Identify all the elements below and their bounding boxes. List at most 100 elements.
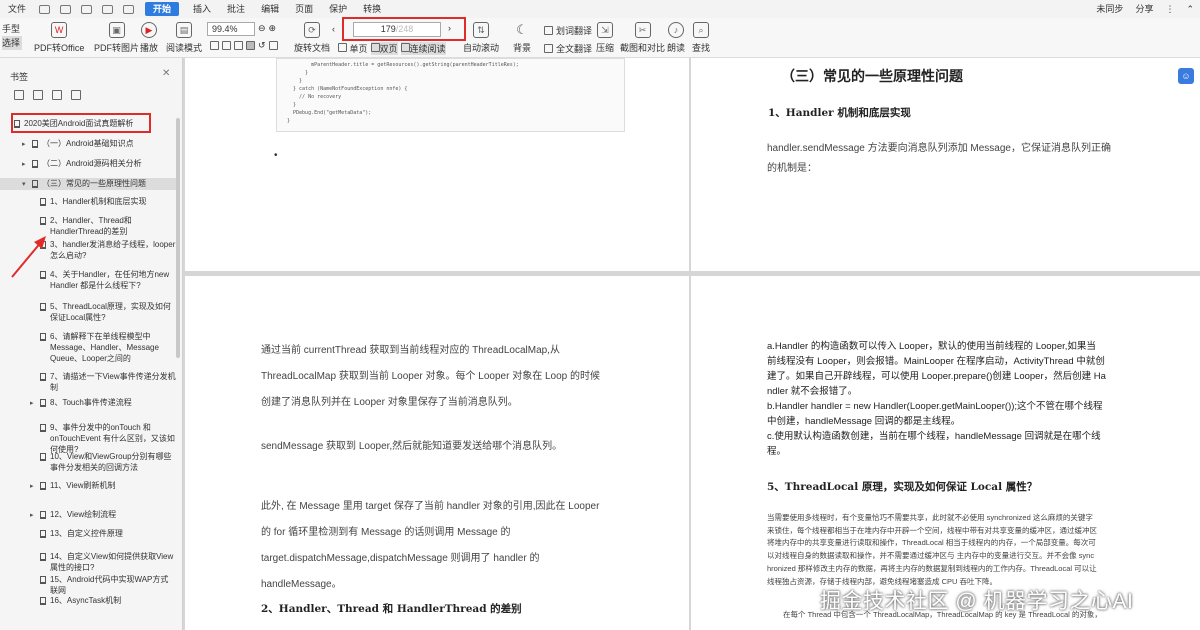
- bookmark-item[interactable]: 13、自定义控件原理: [0, 528, 176, 540]
- bookmark-icon: [40, 530, 46, 538]
- code-line: }: [287, 102, 297, 108]
- tab-convert[interactable]: 转换: [355, 0, 389, 18]
- save-icon[interactable]: [60, 4, 72, 14]
- collapsed-arrow-icon[interactable]: ▸: [22, 159, 26, 170]
- tab-start[interactable]: 开始: [145, 2, 180, 16]
- sync-status[interactable]: 未同步: [1096, 0, 1123, 18]
- search-icon: ⌕: [693, 22, 709, 38]
- rotate-doc-button[interactable]: ⟳ 旋转文档: [294, 22, 330, 54]
- actual-size-icon[interactable]: [234, 41, 243, 50]
- continuous-read-button[interactable]: 连续阅读: [400, 42, 446, 55]
- bookmark-item[interactable]: 9、事件分发中的onTouch 和onTouchEvent 有什么区别，又该如何…: [0, 422, 176, 454]
- bookmark-item[interactable]: 16、AsyncTask机制: [0, 595, 176, 607]
- play-button[interactable]: ▶ 播放: [140, 22, 158, 54]
- sidebar-scrollbar[interactable]: [176, 118, 180, 358]
- tab-page[interactable]: 页面: [287, 0, 321, 18]
- bookmark-icon[interactable]: [71, 90, 81, 100]
- bookmark-item[interactable]: 6、请解释下在单线程模型中Message、Handler、Message Que…: [0, 331, 176, 363]
- pdf-to-image-button[interactable]: ▣ PDF转图片: [94, 22, 139, 54]
- bookmark-item[interactable]: ▸ （二）Android源码相关分析: [0, 158, 176, 170]
- bookmark-icon: [32, 160, 38, 168]
- auto-scroll-button[interactable]: ⇅ 自动滚动: [463, 22, 499, 54]
- menu-file[interactable]: 文件: [0, 0, 34, 18]
- bookmark-icon: [40, 576, 46, 584]
- bookmark-item[interactable]: ▸ 11、View刷新机制: [0, 480, 176, 492]
- bookmark-item[interactable]: 10、View和ViewGroup分别有哪些事件分发相关的回调方法: [0, 451, 176, 473]
- bookmark-label: 15、Android代码中实现WAP方式联网: [50, 575, 169, 595]
- redo-icon[interactable]: [123, 4, 135, 14]
- pdf-to-office-button[interactable]: W PDF转Office: [34, 22, 84, 54]
- bookmark-item[interactable]: ▾ （三）常见的一些原理性问题: [0, 178, 176, 190]
- collapsed-arrow-icon[interactable]: ▸: [30, 510, 34, 521]
- collapsed-arrow-icon[interactable]: ▸: [30, 398, 34, 409]
- page-bottom-left: 通过当前 currentThread 获取到当前线程对应的 ThreadLoca…: [185, 276, 689, 630]
- bookmark-icon: [32, 180, 38, 188]
- select-tool[interactable]: 选择: [2, 36, 22, 50]
- double-page-button[interactable]: 双页: [370, 42, 398, 55]
- code-line: }: [287, 70, 309, 76]
- bookmark-item[interactable]: ▸ 12、View绘制流程: [0, 509, 176, 521]
- bookmark-label: 16、AsyncTask机制: [50, 596, 122, 605]
- bookmark-item[interactable]: 7、请描述一下View事件传递分发机制: [0, 371, 176, 393]
- close-icon[interactable]: ✕: [162, 68, 170, 79]
- add-bookmark-icon[interactable]: [52, 90, 62, 100]
- read-mode-button[interactable]: ▤ 阅读模式: [166, 22, 202, 54]
- bookmark-item[interactable]: 1、Handler机制和底层实现: [0, 196, 176, 208]
- auto-scroll-icon: ⇅: [473, 22, 489, 38]
- bookmark-item[interactable]: 5、ThreadLocal原理，实现及如何保证Local属性?: [0, 301, 176, 323]
- hand-tool[interactable]: 手型: [2, 22, 22, 36]
- read-aloud-button[interactable]: ♪ 朗读: [667, 22, 685, 54]
- bookmark-item[interactable]: 15、Android代码中实现WAP方式联网: [0, 574, 176, 596]
- bookmark-icon: [40, 399, 46, 407]
- rotate-left-icon[interactable]: ↺: [258, 40, 266, 51]
- zoom-select[interactable]: 99.4%: [207, 22, 255, 36]
- bookmark-item[interactable]: ▸ 8、Touch事件传递流程: [0, 397, 176, 409]
- bookmark-icon: [40, 482, 46, 490]
- bookmark-label: 8、Touch事件传递流程: [50, 398, 132, 407]
- collapse-icon[interactable]: ⌃: [1186, 0, 1194, 18]
- code-line: // No recovery: [287, 94, 342, 100]
- more-icon[interactable]: ⋮: [1165, 0, 1174, 18]
- tab-insert[interactable]: 插入: [185, 0, 219, 18]
- page-top-left: mParentHeader.title = getResources().get…: [185, 58, 689, 271]
- collapsed-arrow-icon[interactable]: ▸: [22, 139, 26, 150]
- find-button[interactable]: ⌕ 查找: [692, 22, 710, 54]
- bullet: •: [274, 150, 278, 161]
- single-page-button[interactable]: 单页: [338, 42, 368, 55]
- tab-comment[interactable]: 批注: [219, 0, 253, 18]
- fit-page-icon[interactable]: [210, 41, 219, 50]
- zoom-out-icon[interactable]: ⊖: [258, 23, 266, 34]
- screenshot-compare-button[interactable]: ✂ 截图和对比: [620, 22, 665, 54]
- collapse-all-icon[interactable]: [33, 90, 43, 100]
- bookmark-item[interactable]: ▸ （一）Android基础知识点: [0, 138, 176, 150]
- background-button[interactable]: ☾ 背景: [513, 22, 531, 54]
- word-translate-button[interactable]: 划词翻译: [544, 24, 592, 37]
- folder-icon[interactable]: [39, 4, 51, 14]
- assistant-icon[interactable]: ☺: [1178, 68, 1194, 84]
- bookmark-label: 14、自定义View如何提供获取View属性的接口?: [50, 552, 174, 572]
- collapsed-arrow-icon[interactable]: ▸: [30, 481, 34, 492]
- bookmark-label: （二）Android源码相关分析: [42, 159, 142, 168]
- page-top-right: （三）常见的一些原理性问题 1、Handler 机制和底层实现 handler.…: [691, 58, 1200, 271]
- expanded-arrow-icon[interactable]: ▾: [22, 179, 26, 190]
- tab-edit[interactable]: 编辑: [253, 0, 287, 18]
- full-translate-button[interactable]: 全文翻译: [544, 42, 592, 55]
- expand-all-icon[interactable]: [14, 90, 24, 100]
- document-view[interactable]: mParentHeader.title = getResources().get…: [183, 58, 1200, 630]
- zoom-in-icon[interactable]: ⊕: [269, 23, 277, 34]
- bookmark-item[interactable]: 14、自定义View如何提供获取View属性的接口?: [0, 551, 176, 573]
- prev-page-icon[interactable]: ‹: [332, 24, 335, 34]
- share-button[interactable]: 分享: [1135, 0, 1153, 18]
- fit-width-icon[interactable]: [222, 41, 231, 50]
- compress-button[interactable]: ⇲ 压缩: [596, 22, 614, 54]
- paragraph-sendmessage-looper: sendMessage 获取到 Looper,然后就能知道要发送给哪个消息队列。: [261, 441, 563, 452]
- page-view-icon[interactable]: [246, 41, 255, 50]
- print-icon[interactable]: [81, 4, 93, 14]
- continuous-icon: [400, 43, 410, 52]
- crop-icon[interactable]: [268, 41, 278, 50]
- image-icon: ▣: [108, 22, 125, 38]
- watermark: 掘金技术社区 @ 机器学习之心AI: [820, 590, 1134, 613]
- undo-icon[interactable]: [102, 4, 114, 14]
- bookmark-label: 1、Handler机制和底层实现: [50, 197, 147, 206]
- tab-protect[interactable]: 保护: [321, 0, 355, 18]
